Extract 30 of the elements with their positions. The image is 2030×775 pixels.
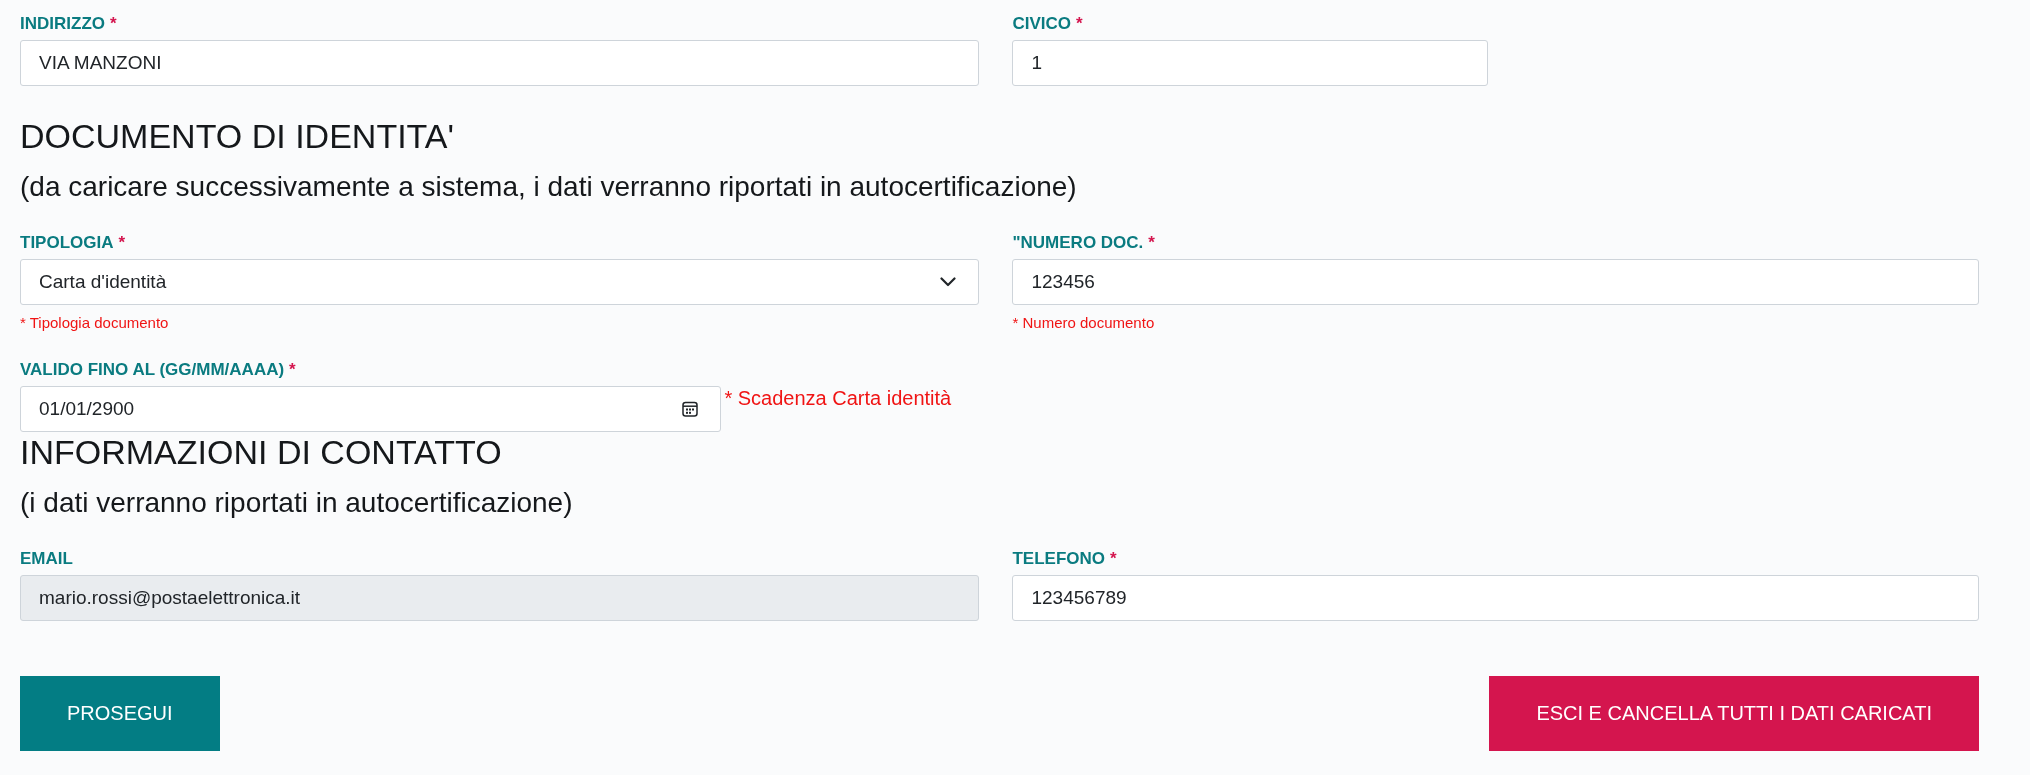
error-message: * Scadenza Carta identità (724, 386, 952, 410)
section-heading: DOCUMENTO DI IDENTITA' (20, 116, 454, 156)
error-message: * Tipologia documento (20, 314, 169, 332)
exit-button[interactable]: ESCI E CANCELLA TUTTI I DATI CARICATI (1489, 676, 1979, 751)
text-field[interactable]: 123456789 (1012, 575, 1979, 621)
required-asterisk: * (1110, 549, 1117, 569)
field-label: "NUMERO DOC. (1012, 233, 1144, 253)
required-asterisk: * (110, 14, 117, 34)
required-asterisk: * (289, 360, 296, 380)
text-field[interactable]: 123456 (1012, 259, 1979, 305)
required-asterisk: * (1076, 14, 1083, 34)
section-subtitle: (i dati verranno riportati in autocertificazione) (20, 486, 573, 520)
section-heading: INFORMAZIONI DI CONTATTO (20, 432, 502, 472)
date-field[interactable]: 01/01/2900 (20, 386, 722, 432)
error-message: * Numero documento (1012, 314, 1155, 332)
text-field[interactable]: 1 (1012, 40, 1488, 86)
field-label: TIPOLOGIA (20, 233, 114, 253)
section-subtitle: (da caricare successivamente a sistema, i dati verranno riportati in autocertificazione) (20, 170, 1077, 204)
field-label: EMAIL (20, 549, 73, 569)
required-asterisk: * (1148, 233, 1155, 253)
text-field[interactable]: VIA MANZONI (20, 40, 980, 86)
calendar-icon (682, 401, 699, 417)
field-label: INDIRIZZO (20, 14, 105, 34)
required-asterisk: * (118, 233, 126, 253)
field-label: VALIDO FINO AL (GG/MM/AAAA) (20, 360, 285, 380)
select-field[interactable]: Carta d'identità (20, 259, 980, 305)
field-label: CIVICO (1012, 14, 1072, 34)
field-label: TELEFONO (1012, 549, 1106, 569)
chevron-down-icon (940, 277, 957, 287)
continue-button[interactable]: PROSEGUI (20, 676, 220, 751)
